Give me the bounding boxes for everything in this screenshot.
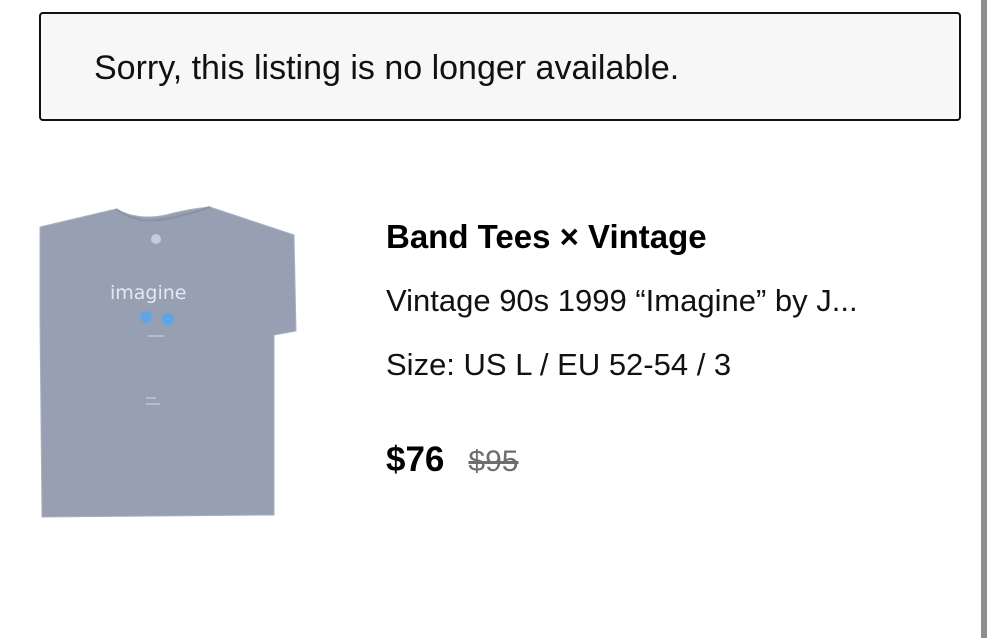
listing-title[interactable]: Vintage 90s 1999 “Imagine” by J...: [386, 280, 858, 322]
scrollbar[interactable]: [981, 0, 987, 638]
original-price: $95: [468, 445, 519, 478]
listing-image[interactable]: imagine: [38, 185, 298, 520]
listing-page: Sorry, this listing is no longer availab…: [0, 0, 1000, 638]
brand-name[interactable]: Band Tees × Vintage: [386, 216, 707, 258]
shirt-print-text: imagine: [110, 282, 187, 304]
listing-size: Size: US L / EU 52-54 / 3: [386, 347, 732, 382]
tshirt-photo-icon: imagine: [39, 206, 297, 518]
unavailable-notice-text: Sorry, this listing is no longer availab…: [94, 49, 680, 87]
unavailable-notice: Sorry, this listing is no longer availab…: [39, 12, 961, 121]
price-row: $76 $95: [386, 438, 518, 484]
current-price: $76: [386, 440, 445, 479]
